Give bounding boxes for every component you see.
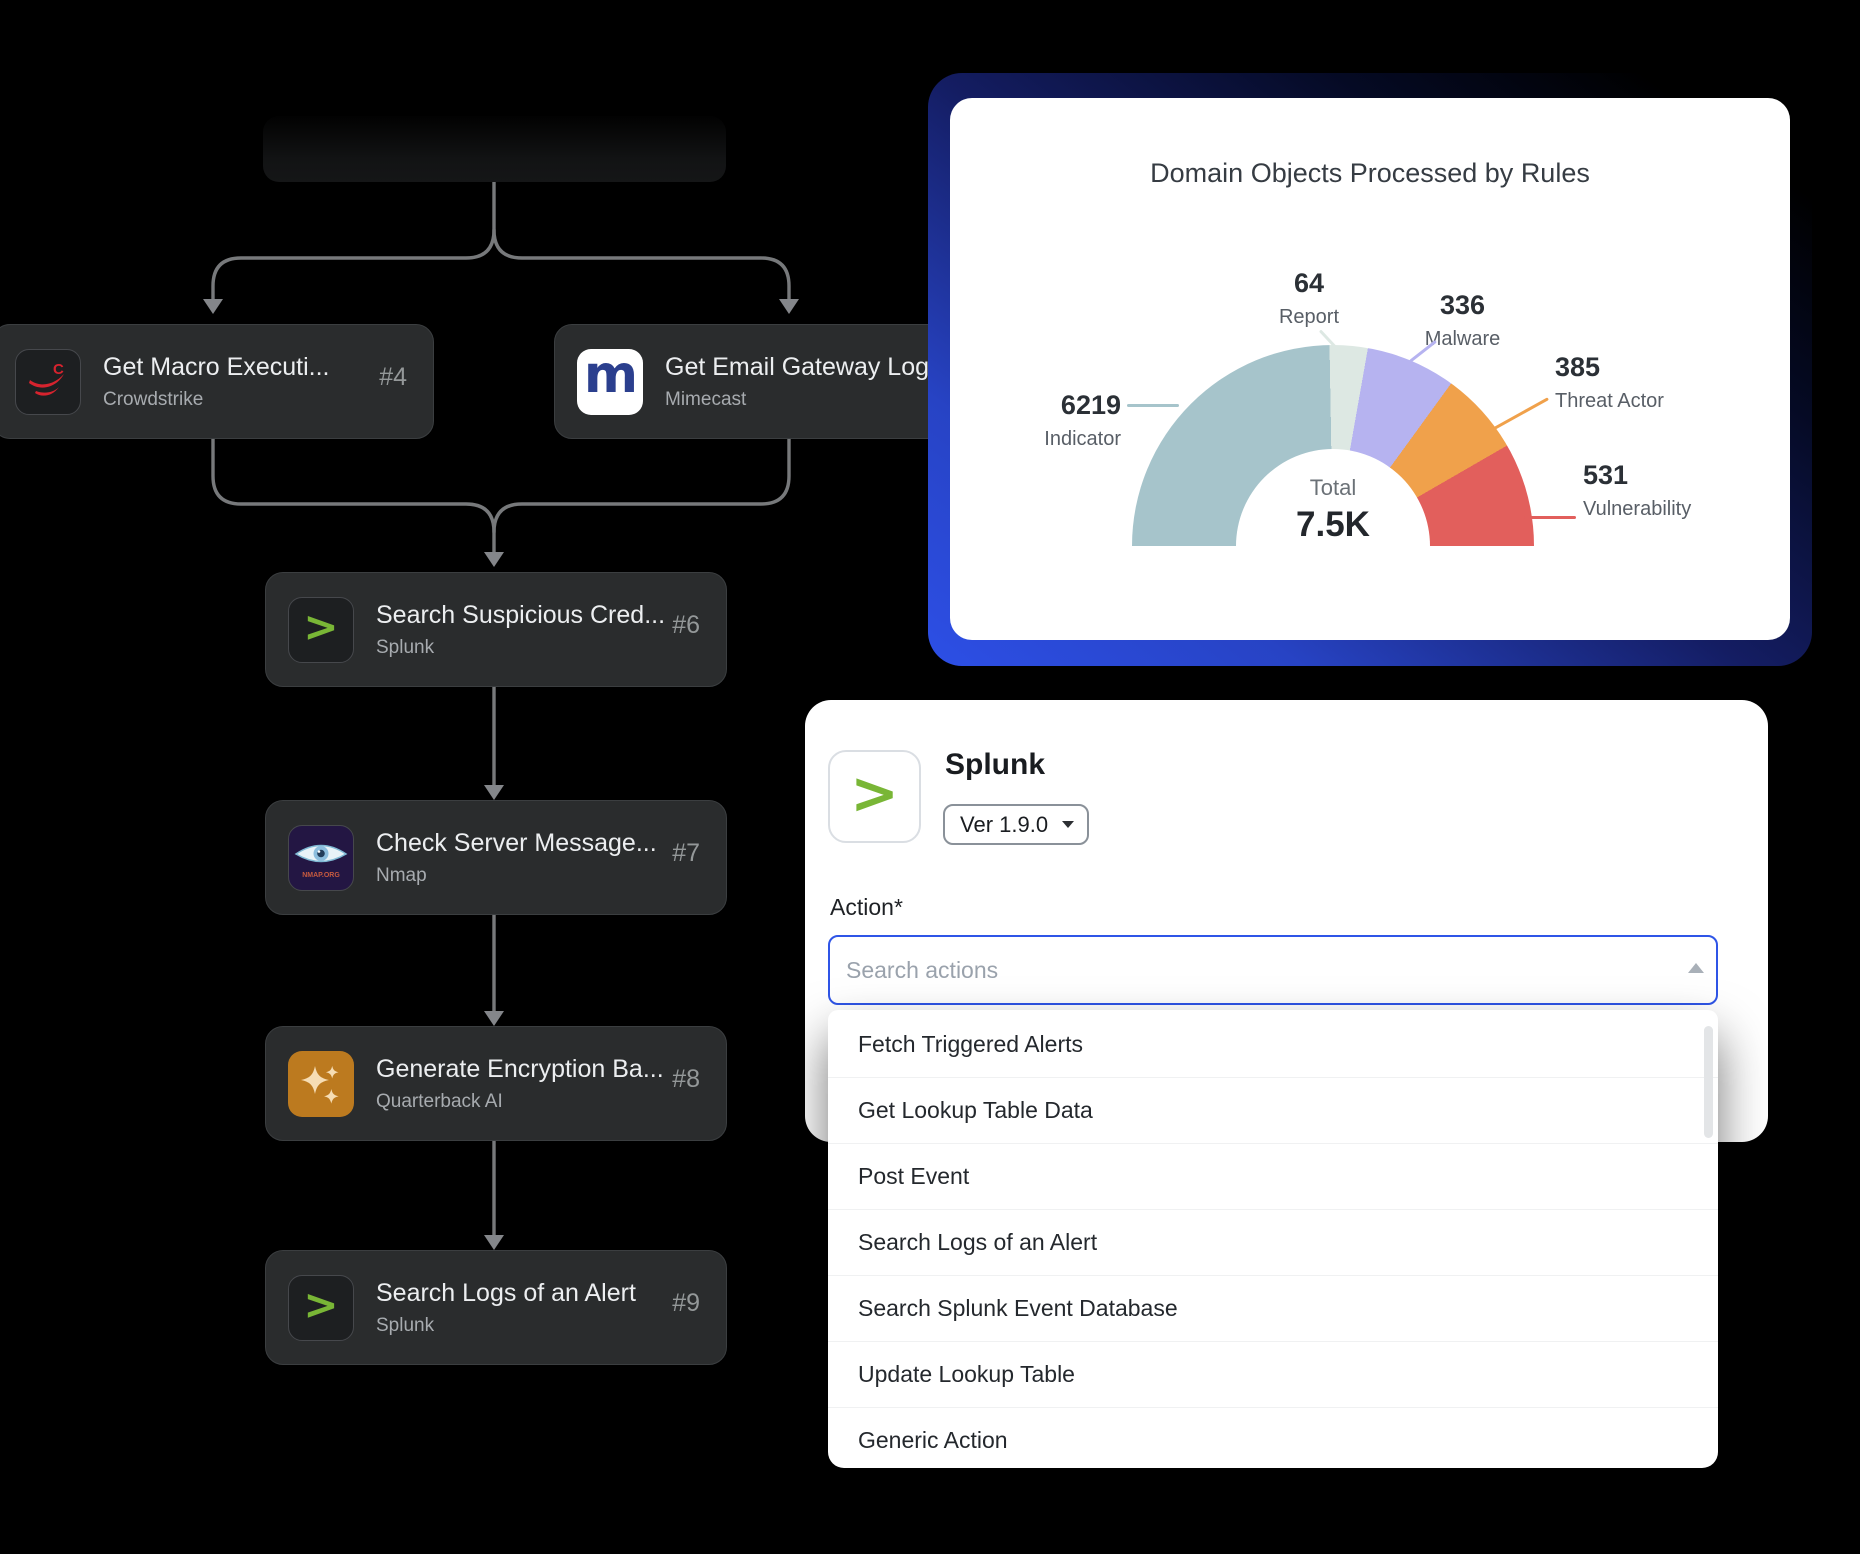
dropdown-item[interactable]: Generic Action — [828, 1408, 1718, 1473]
node-badge: #8 — [672, 1065, 700, 1094]
dropdown-item[interactable]: Fetch Triggered Alerts — [828, 1012, 1718, 1078]
splunk-app-icon: > — [828, 750, 921, 843]
chevron-down-icon — [1062, 821, 1074, 828]
splunk-glyph: > — [850, 759, 899, 827]
splunk-glyph: > — [303, 1280, 338, 1329]
node-title: Search Suspicious Cred... — [376, 601, 665, 630]
chart-title: Domain Objects Processed by Rules — [950, 158, 1790, 189]
gauge-total-label: Total — [1132, 475, 1534, 501]
gauge-chart: Total 7.5K — [1132, 345, 1534, 546]
arrowhead-icon — [484, 785, 504, 800]
faded-workflow-node — [263, 116, 726, 182]
node-badge: #4 — [379, 363, 407, 392]
action-field-label: Action* — [830, 894, 903, 921]
mimecast-glyph: m — [584, 349, 636, 405]
arrowhead-icon — [484, 1011, 504, 1026]
callout-vulnerability: 531 Vulnerability — [1583, 460, 1743, 521]
node-badge: #6 — [672, 611, 700, 640]
workflow-node-search-logs-of-an-alert[interactable]: > Search Logs of an Alert Splunk #9 — [265, 1250, 727, 1365]
node-subtitle: Quarterback AI — [376, 1091, 664, 1113]
dropdown-item[interactable]: Search Splunk Event Database — [828, 1276, 1718, 1342]
callout-threat-actor: 385 Threat Actor — [1555, 352, 1715, 413]
canvas: C Get Macro Executi... Crowdstrike #4 m … — [0, 0, 1860, 1554]
node-badge: #7 — [672, 839, 700, 868]
node-title: Get Email Gateway Log — [665, 353, 929, 382]
nmap-icon: NMAP.ORG — [288, 825, 354, 891]
dropdown-item[interactable]: Update Lookup Table — [828, 1342, 1718, 1408]
node-title: Search Logs of an Alert — [376, 1279, 636, 1308]
dropdown-scrollbar[interactable] — [1704, 1026, 1713, 1138]
leader-line-indicator — [1127, 404, 1179, 407]
dropdown-item[interactable]: Post Event — [828, 1144, 1718, 1210]
nmap-caption: NMAP.ORG — [302, 872, 340, 879]
node-title: Generate Encryption Ba... — [376, 1055, 664, 1084]
arrowhead-icon — [484, 552, 504, 567]
node-badge: #9 — [672, 1289, 700, 1318]
node-title: Check Server Message... — [376, 829, 657, 858]
gauge-total-value: 7.5K — [1132, 505, 1534, 545]
splunk-icon: > — [288, 1275, 354, 1341]
action-search-input[interactable] — [830, 937, 1716, 1003]
node-subtitle: Nmap — [376, 865, 657, 887]
action-search-box — [828, 935, 1718, 1005]
app-name: Splunk — [945, 748, 1045, 782]
crowdstrike-icon: C — [15, 349, 81, 415]
callout-indicator: 6219 Indicator — [981, 390, 1121, 451]
node-subtitle: Splunk — [376, 637, 665, 659]
splunk-icon: > — [288, 597, 354, 663]
sparkles-icon — [288, 1051, 354, 1117]
workflow-node-search-suspicious-cred[interactable]: > Search Suspicious Cred... Splunk #6 — [265, 572, 727, 687]
node-subtitle: Splunk — [376, 1315, 636, 1337]
arrowhead-icon — [203, 299, 223, 314]
version-dropdown[interactable]: Ver 1.9.0 — [943, 804, 1089, 845]
dropdown-item[interactable]: Get Lookup Table Data — [828, 1078, 1718, 1144]
workflow-node-generate-encryption[interactable]: Generate Encryption Ba... Quarterback AI… — [265, 1026, 727, 1141]
node-title: Get Macro Executi... — [103, 353, 329, 382]
svg-text:C: C — [53, 361, 64, 378]
arrowhead-icon — [779, 299, 799, 314]
callout-report: 64 Report — [1249, 268, 1369, 329]
mimecast-icon: m — [577, 349, 643, 415]
node-subtitle: Crowdstrike — [103, 389, 329, 411]
callout-malware: 336 Malware — [1400, 290, 1525, 351]
chevron-up-icon[interactable] — [1688, 963, 1704, 973]
node-subtitle: Mimecast — [665, 389, 929, 411]
splunk-glyph: > — [303, 602, 338, 651]
action-dropdown-list: Fetch Triggered Alerts Get Lookup Table … — [828, 1010, 1718, 1468]
dropdown-item[interactable]: Search Logs of an Alert — [828, 1210, 1718, 1276]
workflow-node-check-server-message[interactable]: NMAP.ORG Check Server Message... Nmap #7 — [265, 800, 727, 915]
workflow-node-get-macro-execution[interactable]: C Get Macro Executi... Crowdstrike #4 — [0, 324, 434, 439]
arrowhead-icon — [484, 1235, 504, 1250]
leader-line-vulnerability — [1524, 516, 1576, 519]
